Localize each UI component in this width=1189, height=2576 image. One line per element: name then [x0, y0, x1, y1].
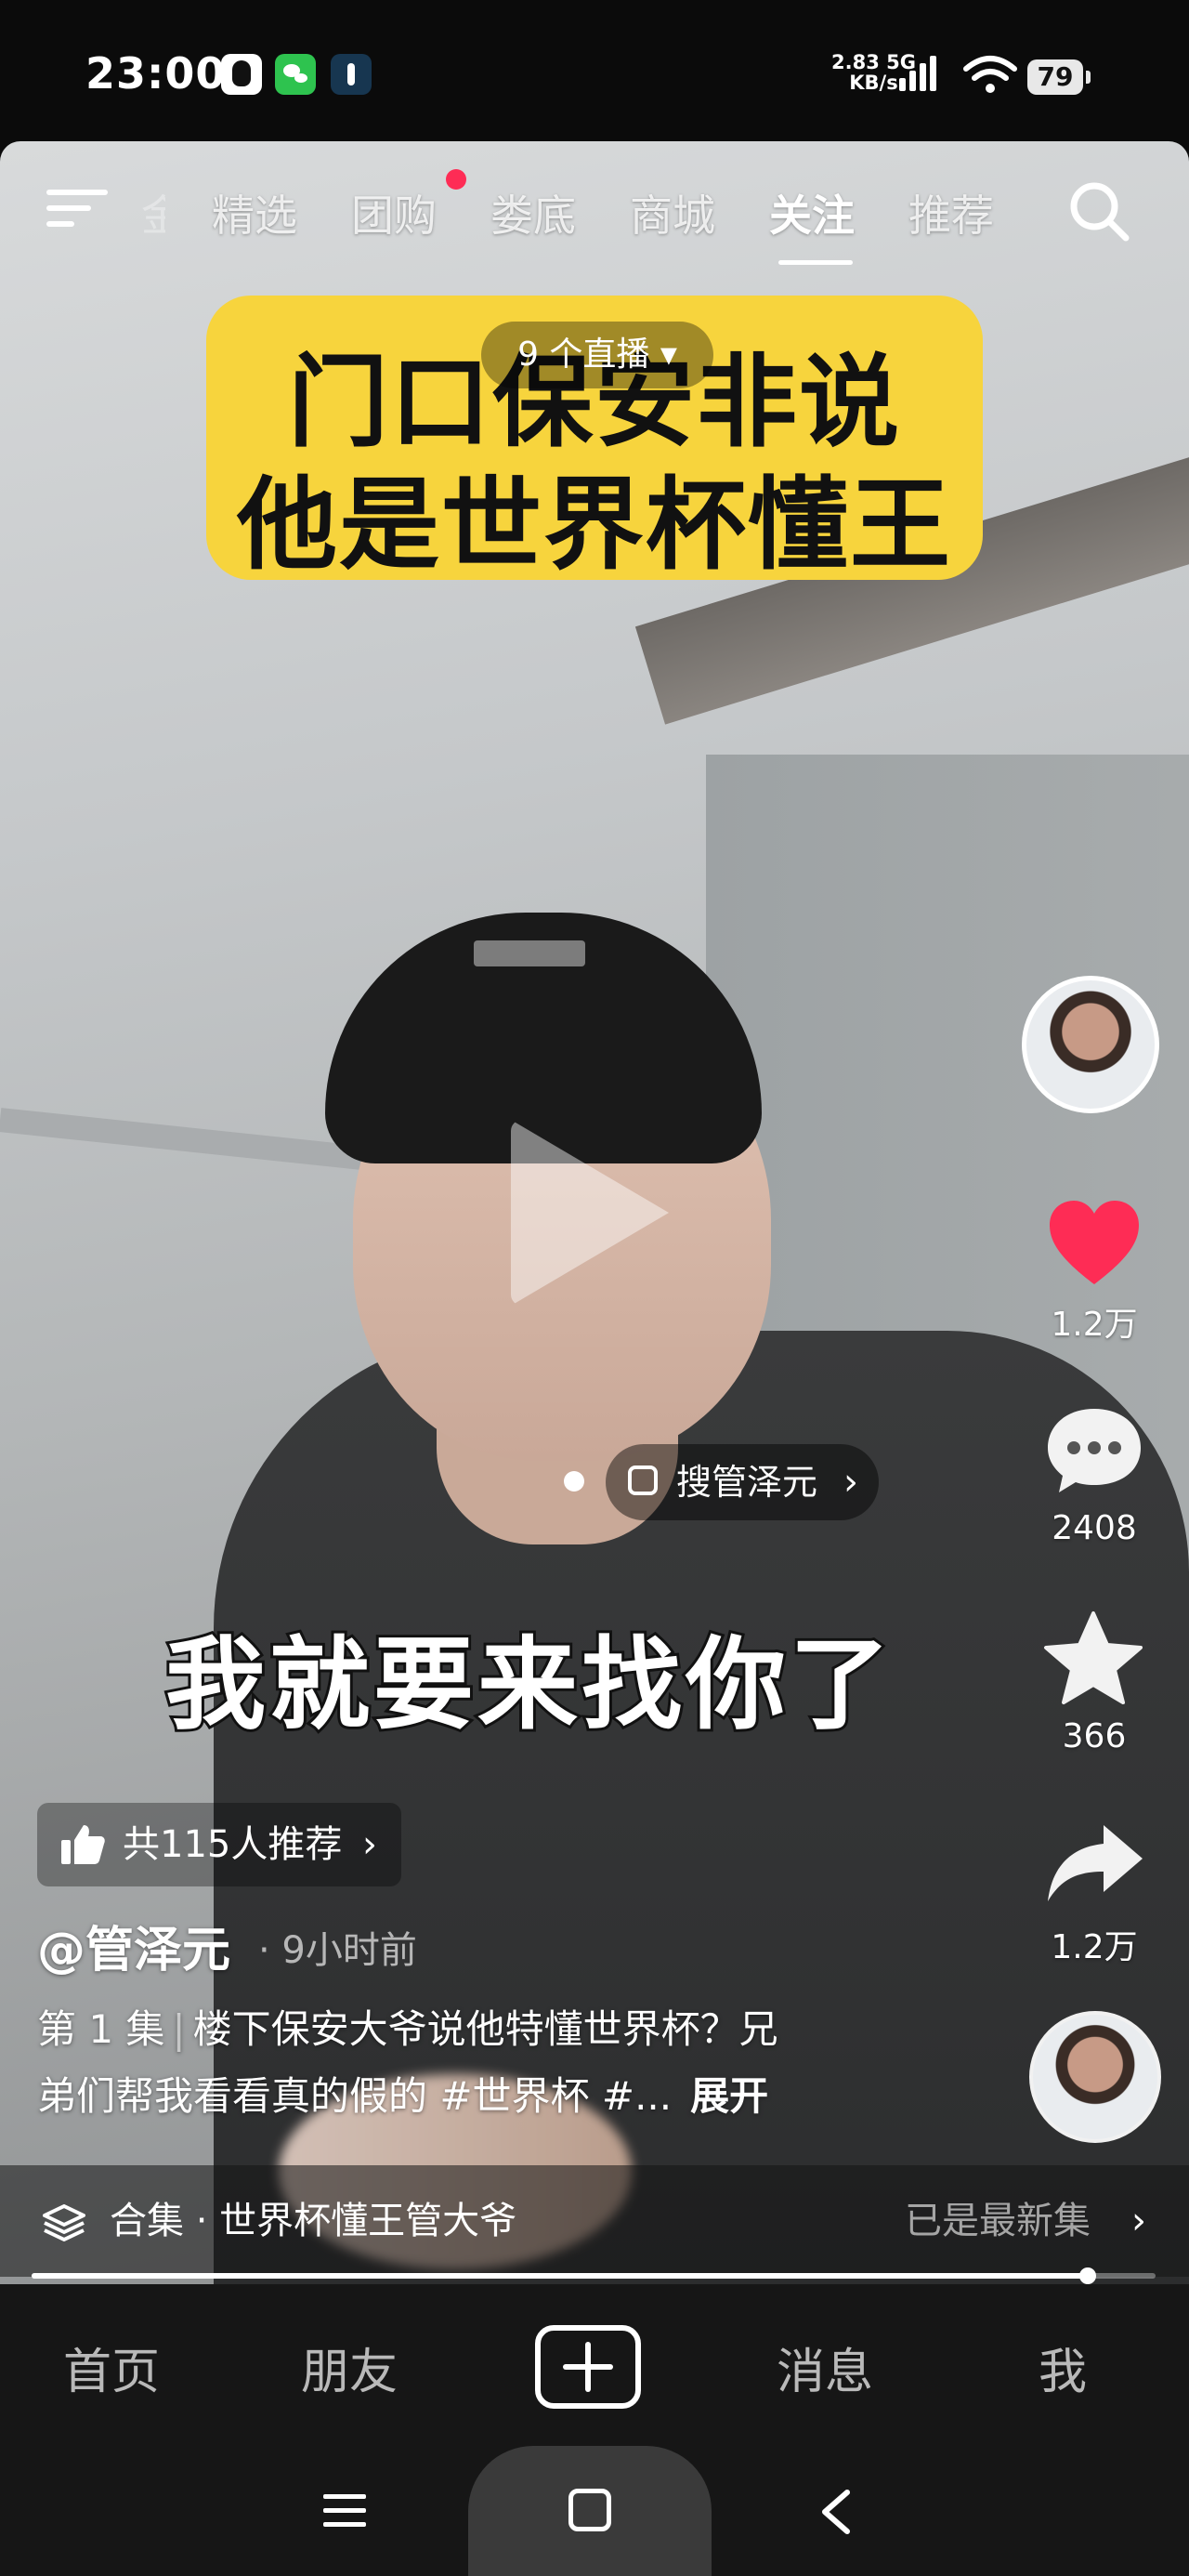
signal-icon [899, 56, 940, 91]
comment-icon[interactable] [1044, 1403, 1144, 1496]
chevron-right-icon: › [1131, 2200, 1146, 2242]
tab-mall[interactable]: 商城 [630, 182, 715, 243]
tab-featured[interactable]: 精选 [212, 182, 297, 243]
expand-link[interactable]: 展开 [690, 2073, 768, 2119]
back-icon[interactable] [817, 2489, 855, 2535]
video-subtitle: 我就要来找你了 [163, 1624, 894, 1746]
related-search-pill[interactable]: 搜管泽元 › [606, 1444, 879, 1520]
battery-indicator: 79 [1027, 59, 1091, 95]
tab-local[interactable]: 娄底 [490, 182, 576, 243]
tab-faded[interactable]: 金 [141, 182, 165, 243]
author-name[interactable]: @管泽元 [37, 1911, 230, 1980]
nav-me[interactable]: 我 [1039, 2333, 1087, 2402]
chevron-right-icon: › [362, 1823, 377, 1866]
description-line-1: 楼下保安大爷说他特懂世界杯？兄 [192, 2006, 778, 2052]
author-avatar[interactable] [1022, 976, 1159, 1113]
collection-title: 合集 · 世界杯懂王管大爷 [110, 2200, 517, 2242]
episode-label: 第 1 集 [37, 2006, 165, 2052]
create-post-button[interactable] [535, 2325, 641, 2409]
status-bar: 23:00 2.83 5G KB/s 79 [0, 0, 1189, 141]
bottom-nav: 首页 朋友 消息 我 [0, 2284, 1189, 2446]
collection-bar[interactable]: 合集 · 世界杯懂王管大爷 已是最新集 › [0, 2165, 1189, 2277]
clock: 23:00 [85, 48, 227, 99]
qq-icon [221, 54, 262, 95]
wifi-icon [963, 56, 1017, 93]
star-icon[interactable] [1042, 1610, 1144, 1706]
title-line-2: 他是世界杯懂王 [236, 467, 952, 584]
dot-indicator [564, 1471, 584, 1492]
live-streams-pill[interactable]: 9 个直播 ▾ [481, 322, 713, 388]
wechat-icon [275, 54, 316, 95]
heart-icon[interactable] [1048, 1199, 1141, 1288]
thumbs-up-icon [61, 1825, 105, 1864]
notification-app-icon [331, 54, 372, 95]
nav-home[interactable]: 首页 [63, 2333, 160, 2402]
nav-messages[interactable]: 消息 [777, 2333, 873, 2402]
system-nav-bar [0, 2446, 1189, 2576]
collection-status: 已是最新集 [905, 2200, 1091, 2242]
chevron-right-icon: › [843, 1461, 858, 1504]
description-line-2: 弟们帮我看看真的假的 #世界杯 #... [37, 2073, 673, 2119]
post-description[interactable]: 第 1 集 | 楼下保安大爷说他特懂世界杯？兄 弟们帮我看看真的假的 #世界杯 #.… [37, 1996, 1022, 2130]
tab-following[interactable]: 关注 [769, 182, 855, 243]
comment-count: 2408 [1052, 1509, 1137, 1547]
recommend-count-text: 共115人推荐 [123, 1823, 343, 1866]
nav-friends[interactable]: 朋友 [301, 2333, 398, 2402]
layers-icon [43, 2204, 85, 2241]
tab-recommend[interactable]: 推荐 [908, 182, 994, 243]
video-progress-bar[interactable] [32, 2267, 1156, 2284]
recent-apps-icon[interactable] [323, 2494, 366, 2536]
recommend-pill[interactable]: 共115人推荐 › [37, 1803, 401, 1886]
music-disc-avatar[interactable] [1029, 2011, 1161, 2143]
share-icon[interactable] [1044, 1821, 1146, 1905]
play-icon[interactable] [511, 1120, 669, 1306]
notification-dot [446, 169, 466, 190]
tab-group-buy[interactable]: 团购 [351, 182, 437, 243]
post-time: · 9小时前 [258, 1929, 417, 1972]
related-search-text: 搜管泽元 [676, 1462, 818, 1503]
home-button[interactable] [468, 2446, 712, 2576]
like-count: 1.2万 [1051, 1306, 1138, 1344]
menu-icon[interactable] [46, 190, 108, 236]
active-tab-indicator [778, 260, 853, 265]
search-icon[interactable] [1066, 178, 1131, 243]
share-count: 1.2万 [1051, 1928, 1138, 1966]
progress-fill [32, 2273, 1089, 2279]
favorite-count: 366 [1062, 1717, 1127, 1755]
scan-search-icon [628, 1465, 658, 1495]
